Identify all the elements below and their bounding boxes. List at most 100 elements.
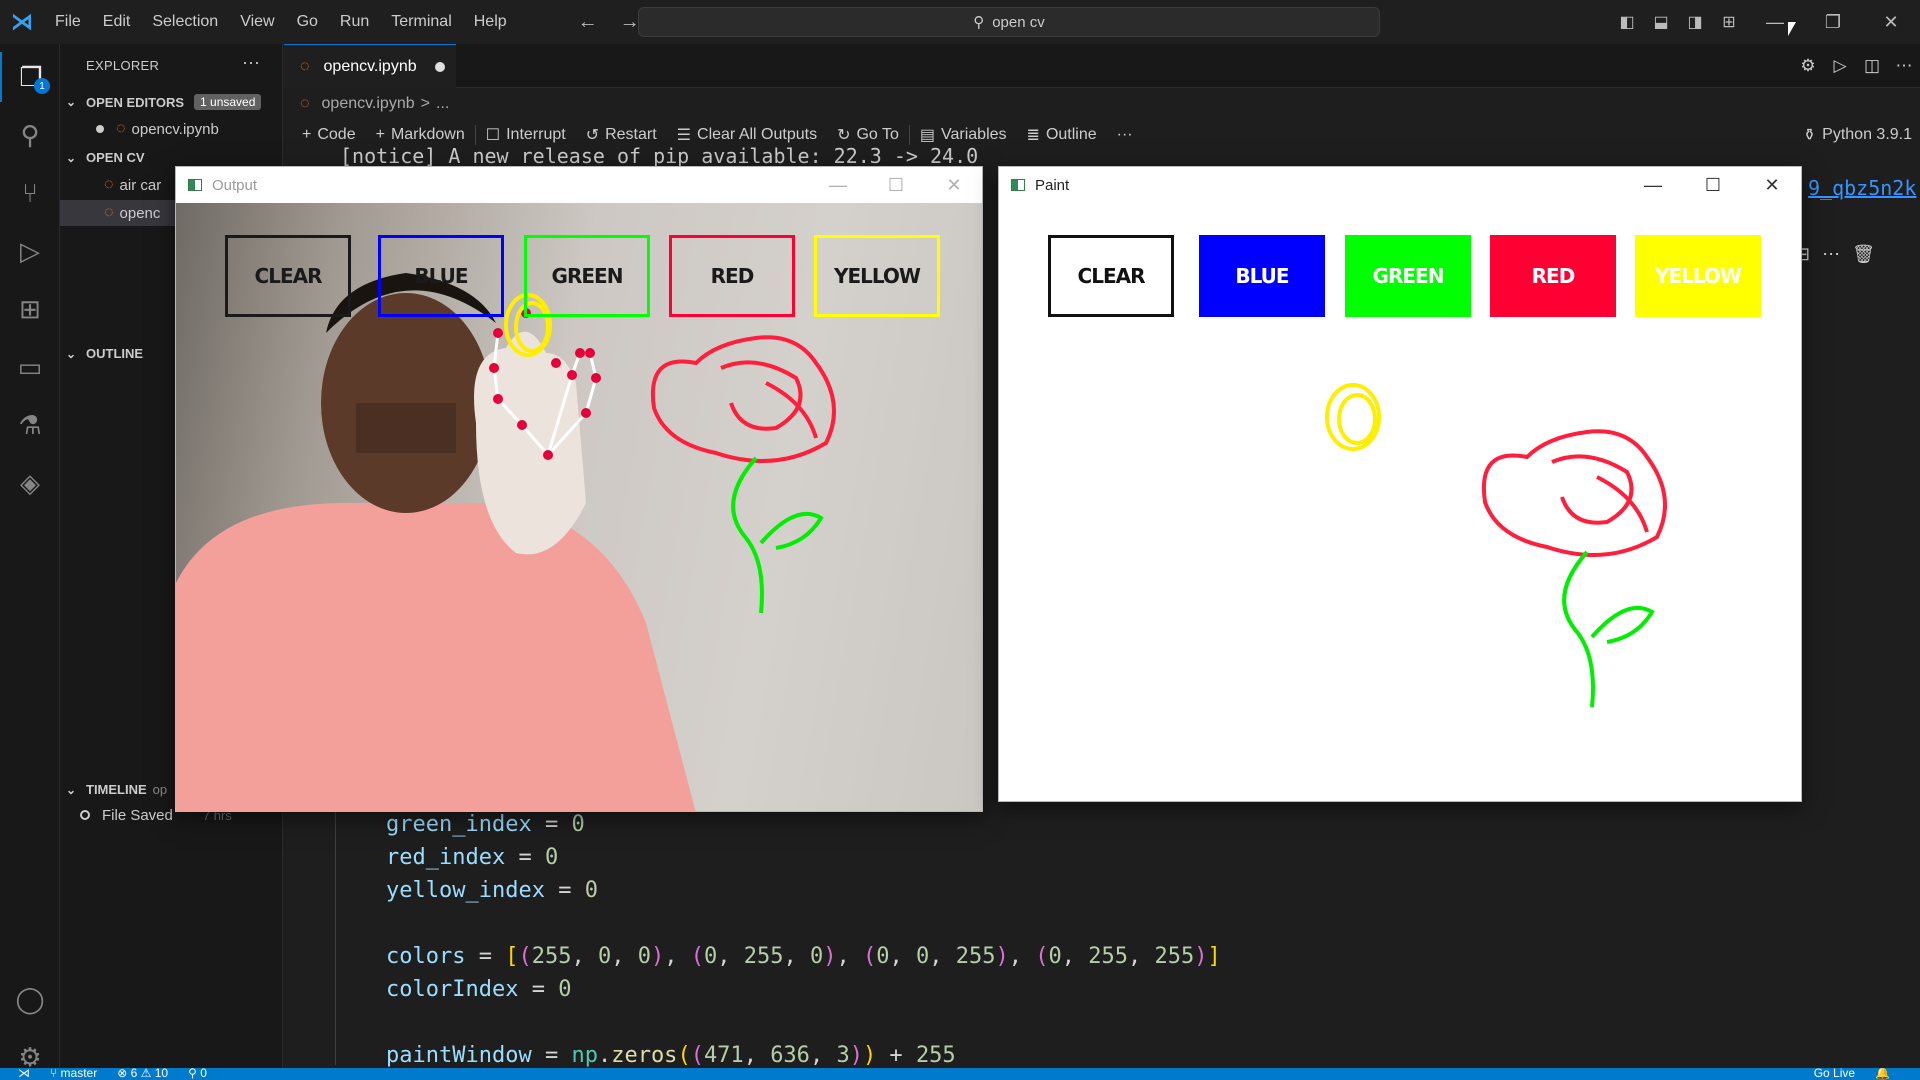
menu-help[interactable]: Help xyxy=(463,13,518,31)
forward-arrow-icon[interactable]: → xyxy=(620,11,640,34)
maximize-icon[interactable]: ☐ xyxy=(866,167,926,203)
file-label: air car xyxy=(119,176,162,194)
toggle-secondary-sidebar-icon[interactable]: ◨ xyxy=(1678,12,1712,32)
search-view-icon[interactable]: ⚲ xyxy=(0,110,60,160)
menu-go[interactable]: Go xyxy=(286,13,329,31)
rose-stroke xyxy=(1481,429,1667,557)
extensions-icon[interactable]: ⊞ xyxy=(0,284,60,334)
yellow-button[interactable]: YELLOW xyxy=(814,235,940,317)
menu-terminal[interactable]: Terminal xyxy=(380,13,462,31)
ports-label: 0 xyxy=(200,1068,207,1080)
blue-button[interactable]: BLUE xyxy=(378,235,504,317)
timeline-suffix: op xyxy=(152,782,168,797)
restore-icon[interactable]: ❐ xyxy=(1804,12,1862,33)
split-editor-icon[interactable]: ◫ xyxy=(1856,56,1888,76)
problems-status[interactable]: ⊗ 6 ⚠ 10 xyxy=(117,1068,168,1080)
settings-gear-icon[interactable]: ⚙ xyxy=(1792,56,1824,76)
outline-header[interactable]: ⌄ OUTLINE xyxy=(66,346,143,361)
stem-stroke xyxy=(731,456,824,614)
run-icon[interactable]: ▷ xyxy=(1824,56,1856,76)
menu-view[interactable]: View xyxy=(229,13,285,31)
cell-gutter xyxy=(335,805,336,1065)
menu-run[interactable]: Run xyxy=(329,13,380,31)
timeline-header[interactable]: ⌄ TIMELINE op xyxy=(66,782,167,797)
code-line[interactable]: colors = [(255, 0, 0), (0, 255, 0), (0, … xyxy=(386,944,1221,969)
status-right: Go Live 🔔 xyxy=(1814,1068,1890,1080)
code-var: green_index xyxy=(386,812,532,837)
green-button[interactable]: GREEN xyxy=(1345,235,1471,317)
clear-button[interactable]: CLEAR xyxy=(1048,235,1174,317)
close-icon[interactable]: ✕ xyxy=(1862,12,1920,33)
status-left: ⋊ ⑂ master ⊗ 6 ⚠ 10 ⚲ 0 xyxy=(18,1068,207,1080)
source-control-icon[interactable]: ⑂ xyxy=(0,168,60,218)
branch-status[interactable]: ⑂ master xyxy=(50,1068,97,1080)
code-line[interactable]: colorIndex = 0 xyxy=(386,977,571,1002)
toggle-sidebar-icon[interactable]: ◧ xyxy=(1610,12,1644,32)
unsaved-dot-icon[interactable] xyxy=(434,61,445,72)
code-var: paintWindow xyxy=(386,1043,532,1068)
explorer-badge: 1 xyxy=(34,78,50,94)
remote-explorer-icon[interactable]: ▭ xyxy=(0,342,60,392)
accounts-icon[interactable]: ◯ xyxy=(0,974,60,1024)
red-button[interactable]: RED xyxy=(1490,235,1616,317)
kernel-picker[interactable]: ⚱ Python 3.9.1 xyxy=(1803,120,1912,150)
code-line[interactable]: paintWindow = np.zeros((471, 636, 3)) + … xyxy=(386,1043,956,1068)
delete-cell-icon[interactable]: 🗑 xyxy=(1852,244,1875,265)
outline-button[interactable]: ≣ Outline xyxy=(1017,120,1107,150)
camera-feed[interactable]: CLEAR BLUE GREEN RED YELLOW xyxy=(176,203,982,811)
command-center-text: open cv xyxy=(992,13,1045,31)
yellow-button[interactable]: YELLOW xyxy=(1635,235,1761,317)
blue-button[interactable]: BLUE xyxy=(1199,235,1325,317)
code-line[interactable]: green_index = 0 xyxy=(386,812,585,837)
close-icon[interactable]: ✕ xyxy=(924,167,982,203)
notifications-bell-icon[interactable]: 🔔 xyxy=(1875,1068,1890,1080)
toggle-panel-icon[interactable]: ⬓ xyxy=(1644,12,1678,32)
code-num: 636 xyxy=(770,1043,810,1068)
chevron-down-icon: ⌄ xyxy=(66,95,77,109)
code-line[interactable]: yellow_index = 0 xyxy=(386,878,598,903)
minimize-icon[interactable]: — xyxy=(808,167,868,203)
python-icon[interactable]: ◈ xyxy=(0,458,60,508)
output-window-titlebar[interactable]: Output — ☐ ✕ xyxy=(176,167,982,203)
maximize-icon[interactable]: ☐ xyxy=(1683,167,1743,203)
red-button[interactable]: RED xyxy=(669,235,795,317)
testing-icon[interactable]: ⚗ xyxy=(0,400,60,450)
window-app-icon xyxy=(188,179,202,191)
folder-header[interactable]: ⌄ OPEN CV xyxy=(66,150,145,165)
paint-canvas[interactable]: CLEAR BLUE GREEN RED YELLOW xyxy=(999,203,1801,801)
toolbar-more-button[interactable]: ··· xyxy=(1107,120,1143,150)
tab-opencv-notebook[interactable]: ◌ opencv.ipynb xyxy=(284,44,456,88)
minimize-icon[interactable]: — xyxy=(1623,167,1683,203)
folder-label: OPEN CV xyxy=(86,150,145,165)
remote-icon[interactable]: ⋊ xyxy=(18,1068,30,1080)
nav-arrows: ← → xyxy=(578,11,640,34)
clear-button[interactable]: CLEAR xyxy=(225,235,351,317)
run-debug-icon[interactable]: ▷ xyxy=(0,226,60,276)
go-live-status[interactable]: Go Live xyxy=(1814,1068,1855,1080)
open-editor-item[interactable]: ◌ opencv.ipynb xyxy=(60,116,282,142)
output-link[interactable]: 9_qbz5n2k xyxy=(1808,176,1916,200)
code-num: 471 xyxy=(703,1043,744,1068)
ports-status[interactable]: ⚲ 0 xyxy=(188,1068,207,1080)
paint-window-titlebar[interactable]: Paint — ☐ ✕ xyxy=(999,167,1801,203)
sidebar-more-icon[interactable]: ··· xyxy=(242,52,260,73)
back-arrow-icon[interactable]: ← xyxy=(578,11,598,34)
menu-file[interactable]: File xyxy=(44,13,92,31)
code-line[interactable]: red_index = 0 xyxy=(386,845,558,870)
close-icon[interactable]: ✕ xyxy=(1742,167,1801,203)
paint-window[interactable]: Paint — ☐ ✕ CLEAR BLUE GREEN RED YELLOW xyxy=(998,166,1802,802)
menu-edit[interactable]: Edit xyxy=(92,13,142,31)
open-editors-header[interactable]: ⌄ OPEN EDITORS 1 unsaved xyxy=(66,94,262,110)
command-center-search[interactable]: ⚲ open cv xyxy=(638,7,1380,37)
menu-selection[interactable]: Selection xyxy=(141,13,229,31)
more-actions-icon[interactable]: ⋯ xyxy=(1888,56,1920,76)
explorer-icon[interactable]: ❐ 1 xyxy=(0,52,60,102)
output-window[interactable]: Output — ☐ ✕ CLEAR BLUE GREEN RED YELLOW xyxy=(175,166,983,812)
customize-layout-icon[interactable]: ⊞ xyxy=(1712,12,1746,32)
breadcrumb-separator: > xyxy=(420,95,430,112)
breadcrumb-rest[interactable]: ... xyxy=(436,95,449,113)
green-button[interactable]: GREEN xyxy=(524,235,650,317)
outline-button-label: Outline xyxy=(1045,126,1097,143)
cell-more-icon[interactable]: ⋯ xyxy=(1822,244,1840,265)
breadcrumb-file[interactable]: opencv.ipynb xyxy=(322,95,415,113)
